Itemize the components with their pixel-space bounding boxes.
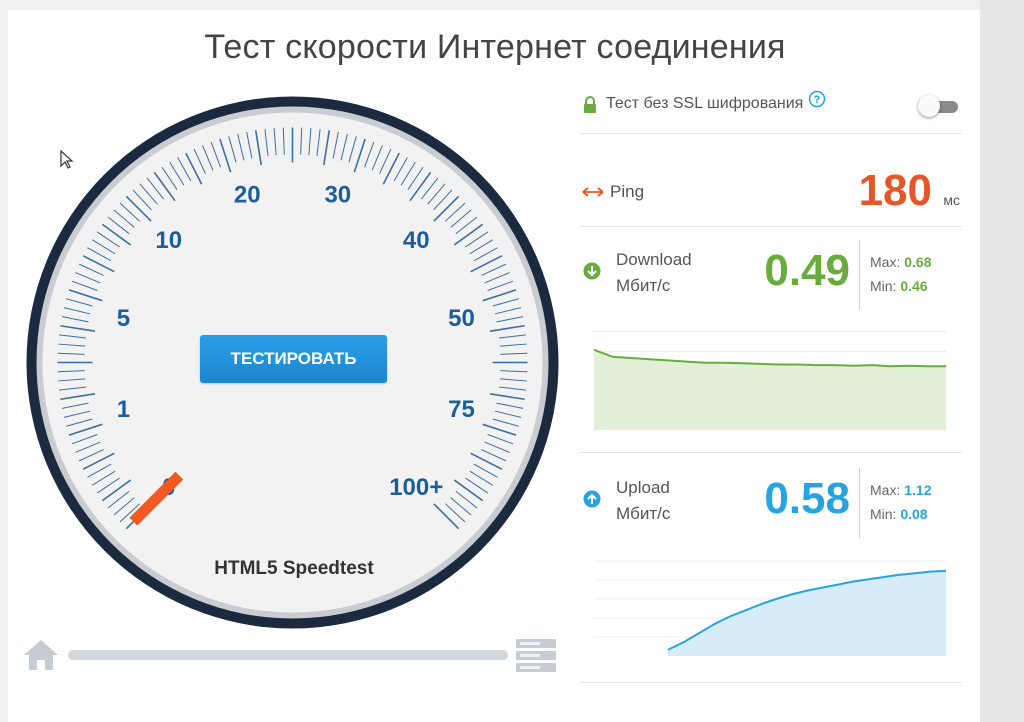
- gauge-scale-label: 20: [234, 181, 261, 208]
- upload-chart: [594, 560, 946, 656]
- upload-unit: Мбит/с: [616, 504, 671, 523]
- page-background-strip: [980, 0, 1024, 722]
- download-max: Max: 0.68: [870, 254, 931, 270]
- page-title: Тест скорости Интернет соединения: [204, 28, 786, 66]
- ssl-toggle[interactable]: [918, 94, 960, 118]
- ping-row: Ping 180 мс: [580, 166, 962, 216]
- chart-area: [668, 570, 946, 656]
- server-icon: [516, 639, 556, 672]
- upload-min-label: Min:: [870, 506, 897, 522]
- divider: [580, 226, 962, 227]
- upload-max-value: 1.12: [904, 482, 932, 498]
- ssl-option: Тест без SSL шифрования ?: [580, 90, 962, 118]
- upload-value: 0.58: [764, 474, 850, 523]
- download-chart: [594, 331, 946, 430]
- home-icon: [24, 640, 58, 670]
- gauge-scale-label: 1: [117, 396, 130, 423]
- upload-icon: [583, 490, 601, 508]
- gauge-scale-label: 30: [324, 181, 351, 208]
- download-separator: [859, 240, 860, 310]
- help-icon[interactable]: ?: [808, 90, 826, 108]
- upload-min-value: 0.08: [900, 506, 928, 522]
- divider: [580, 452, 962, 453]
- ssl-label: Тест без SSL шифрования: [606, 95, 804, 112]
- upload-max: Max: 1.12: [870, 482, 931, 498]
- download-row: Download Мбит/с 0.49 Max: 0.68 Min: 0.46: [580, 240, 962, 312]
- chart-area: [594, 349, 946, 430]
- help-glyph: ?: [814, 94, 821, 106]
- upload-label: Upload: [616, 478, 670, 497]
- divider: [580, 682, 962, 683]
- upload-min: Min: 0.08: [870, 506, 928, 522]
- gauge-scale-label: 75: [448, 396, 475, 423]
- download-min-value: 0.46: [900, 278, 928, 294]
- lock-icon: [584, 96, 596, 113]
- upload-row: Upload Мбит/с 0.58 Max: 1.12 Min: 0.08: [580, 468, 962, 540]
- download-unit: Мбит/с: [616, 276, 671, 295]
- upload-max-label: Max:: [870, 482, 901, 498]
- download-label: Download: [616, 250, 692, 269]
- gauge-scale-label: 50: [448, 305, 475, 332]
- upload-separator: [859, 468, 860, 538]
- progress-track: [68, 650, 508, 660]
- download-max-value: 0.68: [904, 254, 932, 270]
- gauge-caption: HTML5 Speedtest: [214, 558, 374, 579]
- gauge-scale-label: 40: [403, 227, 430, 254]
- ping-value: 180: [858, 166, 932, 215]
- ping-unit: мс: [943, 192, 960, 208]
- gauge-scale-label: 10: [155, 227, 182, 254]
- download-min-label: Min:: [870, 278, 897, 294]
- gauge-scale-label: 100+: [389, 474, 443, 501]
- toggle-knob: [918, 95, 940, 117]
- start-test-button[interactable]: ТЕСТИРОВАТЬ: [200, 335, 387, 383]
- ping-arrows-icon: [582, 187, 604, 197]
- download-max-label: Max:: [870, 254, 901, 270]
- divider: [580, 133, 962, 134]
- download-value: 0.49: [764, 246, 850, 295]
- download-min: Min: 0.46: [870, 278, 928, 294]
- gauge-scale-label: 5: [117, 305, 130, 332]
- test-progress-bar: [20, 636, 565, 676]
- download-icon: [583, 262, 601, 280]
- ping-label: Ping: [610, 182, 645, 201]
